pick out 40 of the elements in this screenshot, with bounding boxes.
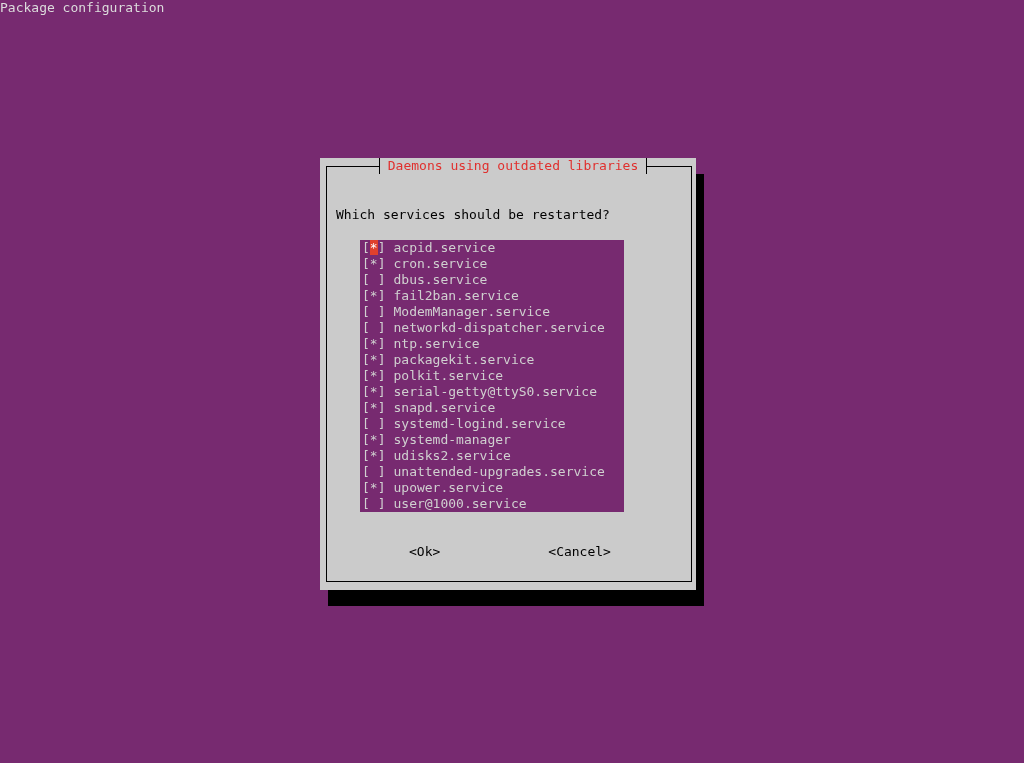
service-name: user@1000.service <box>393 496 527 512</box>
checkbox[interactable]: [ ] <box>362 416 386 432</box>
service-name: fail2ban.service <box>393 288 519 304</box>
prompt-text: Which services should be restarted? <box>336 207 611 223</box>
service-name: cron.service <box>393 256 488 272</box>
checkbox[interactable]: [*] <box>362 368 386 384</box>
checkbox[interactable]: [*] <box>362 384 386 400</box>
service-name: polkit.service <box>393 368 504 384</box>
service-name: systemd-logind.service <box>393 416 566 432</box>
checkbox[interactable]: [*] <box>362 432 386 448</box>
service-name: serial-getty@ttyS0.service <box>393 384 597 400</box>
dialog-title: Daemons using outdated libraries <box>378 158 648 174</box>
checkbox[interactable]: [ ] <box>362 272 386 288</box>
service-name: snapd.service <box>393 400 496 416</box>
checkbox[interactable]: [*] <box>362 480 386 496</box>
checkbox[interactable]: [*] <box>362 288 386 304</box>
header-title: Package configuration <box>0 0 166 16</box>
dialog-button[interactable]: <Ok> <box>409 544 441 560</box>
checkbox[interactable]: [*] <box>362 352 386 368</box>
checkbox[interactable]: [ ] <box>362 464 386 480</box>
service-name: acpid.service <box>393 240 496 256</box>
checkbox[interactable]: [ ] <box>362 304 386 320</box>
service-name: networkd-dispatcher.service <box>393 320 605 336</box>
checkbox[interactable]: [*] <box>362 256 386 272</box>
service-name: systemd-manager <box>393 432 511 448</box>
checkbox[interactable]: [*] <box>362 448 386 464</box>
service-name: dbus.service <box>393 272 488 288</box>
service-name: unattended-upgrades.service <box>393 464 605 480</box>
service-name: ModemManager.service <box>393 304 551 320</box>
service-name: ntp.service <box>393 336 480 352</box>
service-name: udisks2.service <box>393 448 511 464</box>
checkbox[interactable]: [*] <box>362 336 386 352</box>
checkbox[interactable]: [*] <box>362 240 386 256</box>
service-name: packagekit.service <box>393 352 535 368</box>
checkbox[interactable]: [ ] <box>362 320 386 336</box>
service-list[interactable] <box>360 240 624 512</box>
dialog-button[interactable]: <Cancel> <box>548 544 611 560</box>
checkbox[interactable]: [ ] <box>362 496 386 512</box>
checkbox[interactable]: [*] <box>362 400 386 416</box>
service-name: upower.service <box>393 480 504 496</box>
